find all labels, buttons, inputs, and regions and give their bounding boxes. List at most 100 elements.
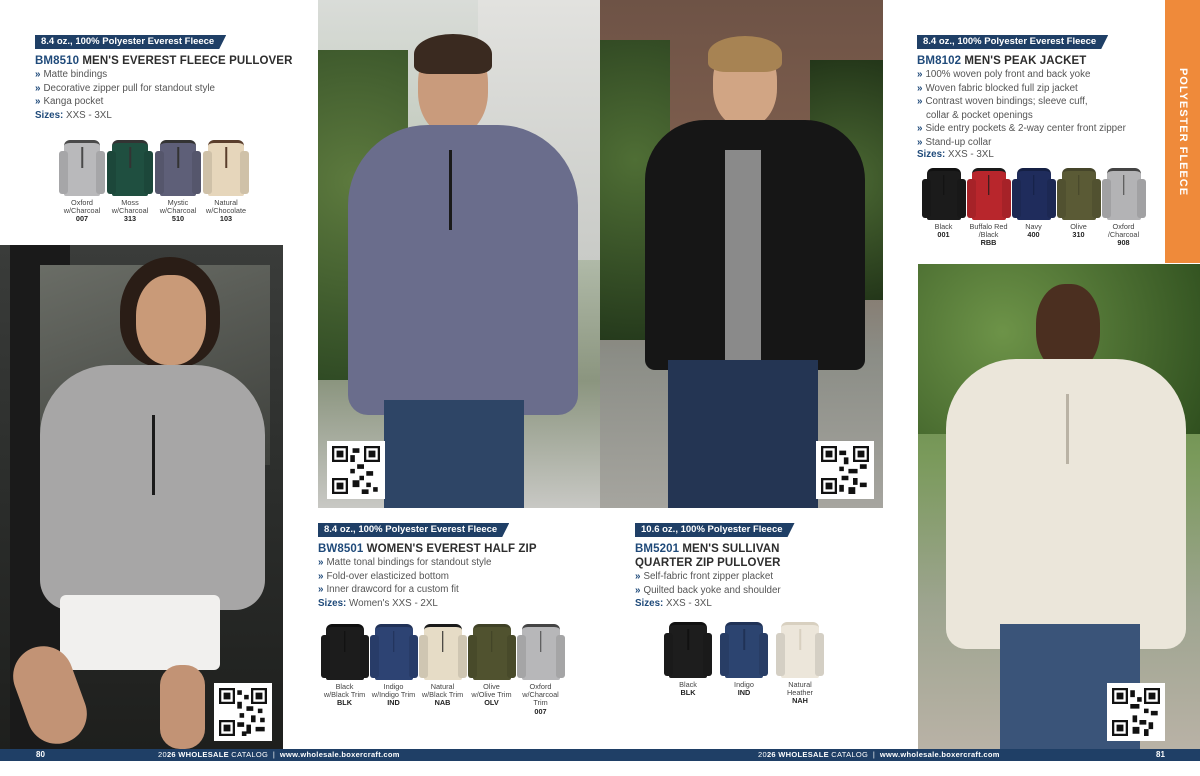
product-title: BM8510 MEN'S EVEREST FLEECE PULLOVER — [35, 54, 292, 68]
color-code: 313 — [123, 214, 137, 224]
color-code: 001 — [937, 230, 950, 240]
feature-list: » Self-fabric front zipper placket » Quilt… — [635, 570, 781, 597]
sizes: Sizes: XXS - 3XL — [917, 149, 994, 160]
page-footer: 80 2026 WHOLESALE CATALOG | www.wholesal… — [0, 749, 1200, 761]
footer-url[interactable]: www.wholesale.boxercraft.com — [280, 750, 400, 759]
sizes: Sizes: XXS - 3XL — [635, 598, 712, 609]
color-name: Oxford w/Charcoal Trim 007 — [516, 682, 565, 716]
color-swatch[interactable]: Mystic w/Charcoal 510 — [154, 140, 202, 224]
product-name-line2: QUARTER ZIP PULLOVER — [635, 557, 781, 569]
color-swatches: Oxford w/Charcoal 007 Moss w/Charcoal 313 Myst… — [58, 140, 250, 224]
product-title: BM8102 MEN'S PEAK JACKET — [917, 54, 1086, 68]
color-code: 310 — [1072, 230, 1085, 240]
feature-item: » Quilted back yoke and shoulder — [635, 584, 781, 596]
garment-thumbnail — [1101, 168, 1146, 220]
feature-item: » 100% woven poly front and back yoke — [917, 69, 1091, 80]
page-bottom-margin — [0, 761, 1200, 776]
garment-thumbnail — [369, 624, 418, 680]
color-swatch[interactable]: Black w/Black Trim BLK — [320, 624, 369, 716]
color-swatch[interactable]: Oxford/Charcoal 908 — [1101, 168, 1146, 248]
color-name: Black 001 — [934, 222, 953, 240]
garment-thumbnail — [516, 624, 565, 680]
fabric-tag: 8.4 oz., 100% Polyester Everest Fleece — [318, 523, 509, 537]
page-number-right: 81 — [1156, 750, 1165, 759]
category-side-tab: POLYESTER FLEECE — [1165, 0, 1200, 263]
color-name: Oxford/Charcoal 908 — [1107, 222, 1140, 248]
product-name: MEN'S PEAK JACKET — [961, 55, 1087, 67]
color-swatch[interactable]: Moss w/Charcoal 313 — [106, 140, 154, 224]
color-code: NAB — [434, 698, 451, 708]
product-code: BM5201 — [635, 543, 680, 555]
qr-code[interactable] — [1107, 683, 1165, 741]
product-code: BW8501 — [318, 543, 364, 555]
color-swatches: Black BLK Indigo IND Natural Heather NAH — [660, 622, 828, 706]
color-swatch[interactable]: Olive 310 — [1056, 168, 1101, 248]
color-swatch[interactable]: Indigo w/Indigo Trim IND — [369, 624, 418, 716]
color-name: Indigo w/Indigo Trim IND — [371, 682, 416, 708]
color-swatch[interactable]: Olive w/Olive Trim OLV — [467, 624, 516, 716]
feature-list: » Matte bindings » Decorative zipper pull … — [35, 68, 215, 109]
feature-item: » Fold-over elasticized bottom — [318, 570, 449, 582]
color-code: BLK — [336, 698, 352, 708]
qr-code[interactable] — [816, 441, 874, 499]
color-name: Natural w/Chocolate 103 — [205, 198, 247, 224]
garment-thumbnail — [320, 624, 369, 680]
color-name: Black w/Black Trim BLK — [323, 682, 366, 708]
color-swatch[interactable]: Natural w/Black Trim NAB — [418, 624, 467, 716]
feature-list: » Matte tonal bindings for standout style… — [318, 556, 491, 597]
fabric-tag: 10.6 oz., 100% Polyester Fleece — [635, 523, 795, 537]
color-name: Olive 310 — [1070, 222, 1087, 240]
feature-item: » Matte tonal bindings for standout style — [318, 557, 492, 568]
sizes: Sizes: Women's XXS - 2XL — [318, 598, 438, 609]
garment-thumbnail — [155, 140, 201, 196]
feature-item: » Side entry pockets & 2-way center front… — [917, 123, 1126, 134]
color-swatch[interactable]: Buffalo Red/Black RBB — [966, 168, 1011, 248]
feature-item: » Decorative zipper pull for standout sty… — [35, 82, 215, 94]
color-code: 007 — [534, 706, 547, 716]
color-swatch[interactable]: Natural Heather NAH — [772, 622, 828, 706]
photo-man-everest-pullover — [318, 0, 600, 508]
sizes: Sizes: XXS - 3XL — [35, 110, 112, 121]
feature-list: » 100% woven poly front and back yoke » Wo… — [917, 68, 1126, 149]
product-name: MEN'S SULLIVAN — [679, 543, 780, 555]
color-swatch[interactable]: Indigo IND — [716, 622, 772, 706]
color-swatch[interactable]: Navy 400 — [1011, 168, 1056, 248]
color-code: OLV — [484, 698, 499, 708]
garment-thumbnail — [203, 140, 249, 196]
feature-item: » Matte bindings — [35, 69, 108, 80]
product-name: WOMEN'S EVEREST HALF ZIP — [363, 543, 537, 555]
product-code: BM8510 — [35, 55, 80, 67]
color-name: Oxford w/Charcoal 007 — [63, 198, 101, 224]
color-name: Indigo IND — [734, 680, 754, 698]
garment-thumbnail — [966, 168, 1011, 220]
product-title: BW8501 WOMEN'S EVEREST HALF ZIP — [318, 542, 537, 556]
color-code: 103 — [219, 214, 233, 224]
color-name: Olive w/Olive Trim OLV — [471, 682, 512, 708]
garment-thumbnail — [59, 140, 105, 196]
qr-code[interactable] — [214, 683, 272, 741]
product-name: MEN'S EVEREST FLEECE PULLOVER — [79, 55, 293, 67]
garment-thumbnail — [1056, 168, 1101, 220]
garment-thumbnail — [776, 622, 824, 678]
garment-thumbnail — [1011, 168, 1056, 220]
qr-code[interactable] — [327, 441, 385, 499]
product-title: BM5201 MEN'S SULLIVAN QUARTER ZIP PULLOVE… — [635, 542, 781, 570]
feature-item: » Self-fabric front zipper placket — [635, 571, 774, 582]
photo-man-sullivan-pullover — [918, 264, 1200, 749]
fabric-tag: 8.4 oz., 100% Polyester Everest Fleece — [917, 35, 1108, 49]
feature-item: » Contrast woven bindings; sleeve cuff, — [917, 96, 1088, 107]
feature-item: » Stand-up collar — [917, 136, 992, 148]
garment-thumbnail — [720, 622, 768, 678]
footer-url[interactable]: www.wholesale.boxercraft.com — [880, 750, 1000, 759]
photo-woman-half-zip — [0, 245, 283, 749]
color-swatch[interactable]: Black 001 — [921, 168, 966, 248]
color-swatch[interactable]: Natural w/Chocolate 103 — [202, 140, 250, 224]
color-code: BLK — [680, 688, 696, 698]
color-name: Navy 400 — [1025, 222, 1042, 240]
color-swatch[interactable]: Oxford w/Charcoal Trim 007 — [516, 624, 565, 716]
color-swatch[interactable]: Oxford w/Charcoal 007 — [58, 140, 106, 224]
feature-item: » Kanga pocket — [35, 96, 104, 107]
color-code: RBB — [980, 238, 997, 248]
feature-item: » Inner drawcord for a custom fit — [318, 584, 459, 595]
color-swatch[interactable]: Black BLK — [660, 622, 716, 706]
